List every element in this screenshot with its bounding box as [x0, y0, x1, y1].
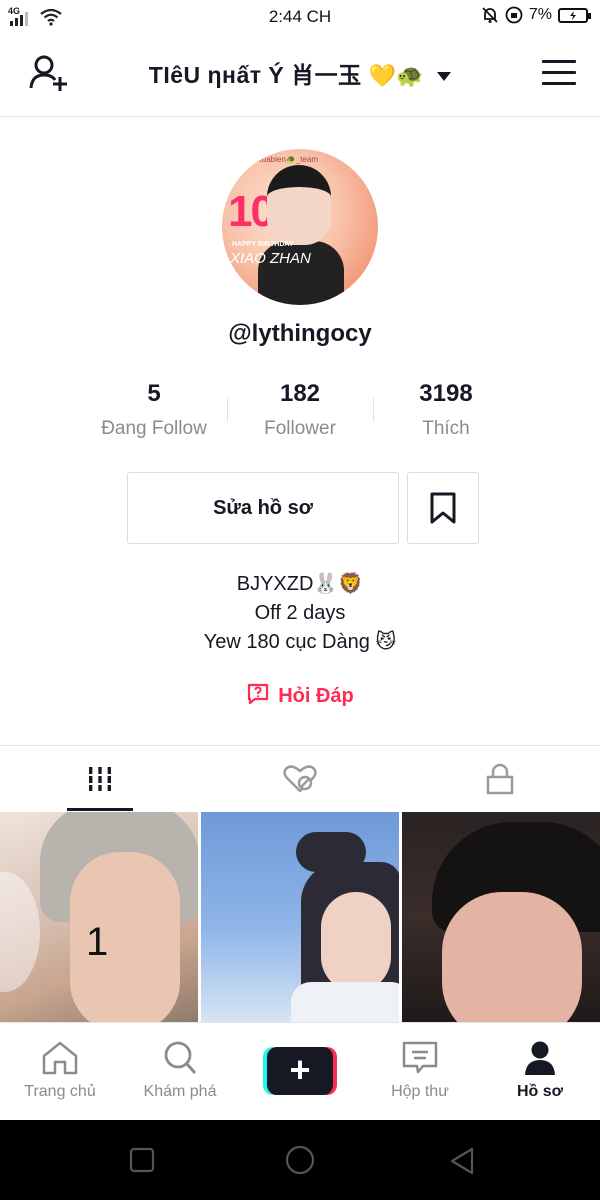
- nav-discover[interactable]: Khám phá: [120, 1023, 240, 1121]
- thumb-blossom: [0, 872, 40, 992]
- account-name: TIêU ηнấт Ý 肖一玉: [148, 62, 362, 88]
- stat-following[interactable]: 5 Đang Follow: [74, 380, 234, 440]
- home-icon: [42, 1041, 78, 1075]
- profile-header: TIêU ηнấт Ý 肖一玉 💛🐢: [0, 34, 600, 117]
- battery-icon: [558, 7, 591, 23]
- home-button[interactable]: [284, 1145, 316, 1183]
- system-navigation-bar: [0, 1120, 600, 1200]
- avatar-caption-name: XIAO ZHAN: [230, 250, 311, 267]
- stat-value: 5: [147, 380, 161, 407]
- bottom-nav: Trang chủ Khám phá + Hộp thư Hồ sơ: [0, 1022, 600, 1121]
- nav-label: Khám phá: [143, 1083, 217, 1100]
- data-saver-icon: [505, 6, 523, 24]
- video-thumbnail[interactable]: [201, 812, 399, 1022]
- back-triangle-icon: [450, 1147, 474, 1175]
- menu-button[interactable]: [542, 60, 576, 88]
- chevron-down-icon: [437, 72, 452, 82]
- menu-icon-line: [542, 60, 576, 63]
- status-right: 7%: [481, 6, 591, 24]
- create-video-button[interactable]: +: [263, 1047, 337, 1095]
- qa-link[interactable]: Hỏi Đáp: [0, 682, 600, 708]
- bio-line: Off 2 days: [254, 602, 346, 624]
- avatar-figure-face: [267, 165, 331, 245]
- stat-label: Thích: [422, 418, 470, 439]
- back-button[interactable]: [448, 1146, 476, 1181]
- video-thumbnail[interactable]: 1: [0, 812, 198, 1022]
- stat-label: Follower: [264, 418, 336, 439]
- account-switcher[interactable]: TIêU ηнấт Ý 肖一玉 💛🐢: [0, 56, 600, 90]
- stat-value: 3198: [419, 380, 473, 407]
- stat-value: 182: [279, 380, 321, 407]
- recents-button[interactable]: [128, 1146, 156, 1179]
- bookmark-icon: [430, 492, 456, 524]
- stat-label: Đang Follow: [101, 418, 207, 439]
- square-icon: [129, 1147, 155, 1173]
- stat-followers[interactable]: 182 Follower: [220, 380, 380, 440]
- lock-icon: [486, 763, 514, 795]
- avatar-caption-small: HAPPY BIRTHDAY: [232, 241, 294, 248]
- nav-profile[interactable]: Hồ sơ: [480, 1023, 600, 1121]
- qa-label: Hỏi Đáp: [278, 685, 354, 707]
- battery-percent: 7%: [528, 6, 552, 23]
- tab-videos[interactable]: [0, 746, 200, 812]
- bio-line: Yew 180 cục Dàng 😼: [203, 631, 397, 653]
- hidden-heart-icon: [283, 765, 317, 793]
- plus-icon: +: [267, 1047, 333, 1095]
- profile-stats: 5 Đang Follow 182 Follower 3198 Thích: [0, 380, 600, 450]
- menu-icon-line: [542, 71, 576, 74]
- active-tab-indicator: [67, 808, 133, 811]
- thumb-robe: [291, 982, 399, 1022]
- edit-profile-button[interactable]: Sửa hồ sơ: [127, 472, 399, 544]
- video-grid: 1: [0, 812, 600, 1022]
- nav-label: Hộp thư: [391, 1083, 449, 1100]
- username: @lythingocy: [228, 320, 372, 347]
- nav-label: Hồ sơ: [516, 1083, 564, 1100]
- avatar-team-text: Ruabien🐢_team: [256, 155, 318, 164]
- thumb-overlay-number: 1: [86, 920, 109, 964]
- grid-icon: [89, 767, 111, 791]
- nav-label: Trang chủ: [24, 1083, 96, 1100]
- mute-bell-icon: [482, 7, 498, 23]
- inbox-icon: [402, 1041, 438, 1074]
- thumb-face: [321, 892, 391, 992]
- tab-liked[interactable]: [200, 746, 400, 812]
- content-tabs: [0, 745, 600, 812]
- favorites-button[interactable]: [407, 472, 479, 544]
- bio-line: BJYXZD🐰🦁: [236, 573, 364, 595]
- profile-icon: [525, 1041, 555, 1075]
- nav-inbox[interactable]: Hộp thư: [360, 1023, 480, 1121]
- account-emoji: 💛🐢: [368, 63, 425, 88]
- tab-private[interactable]: [400, 746, 600, 812]
- stat-likes[interactable]: 3198 Thích: [366, 380, 526, 440]
- profile-bio: BJYXZD🐰🦁 Off 2 days Yew 180 cục Dàng 😼: [0, 570, 600, 657]
- search-icon: [164, 1041, 197, 1074]
- avatar[interactable]: Ruabien🐢_team 1005 HAPPY BIRTHDAY XIAO Z…: [222, 149, 378, 305]
- nav-home[interactable]: Trang chủ: [0, 1023, 120, 1121]
- status-bar: 4G 2:44 CH 7%: [0, 0, 600, 34]
- question-bubble-icon: [248, 683, 269, 705]
- circle-icon: [285, 1145, 315, 1175]
- thumb-face: [442, 892, 582, 1022]
- video-thumbnail[interactable]: [402, 812, 600, 1022]
- menu-icon-line: [542, 82, 576, 85]
